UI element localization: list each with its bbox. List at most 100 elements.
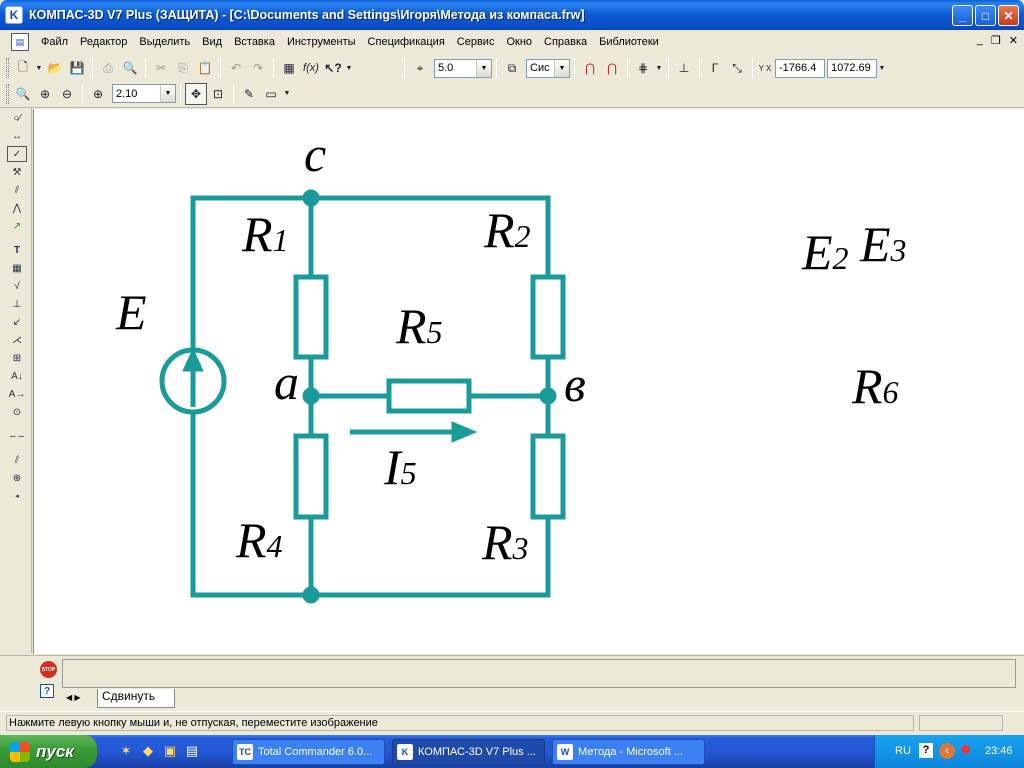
language-indicator[interactable]: RU — [895, 745, 911, 757]
manager-icon[interactable]: ▦ — [278, 57, 300, 79]
roughness-icon[interactable]: √ — [7, 278, 27, 294]
section-line-icon[interactable]: A→ — [7, 386, 27, 402]
doc-close-button[interactable]: ✕ — [1009, 34, 1018, 47]
menu-tools[interactable]: Инструменты — [281, 36, 362, 48]
selection-icon[interactable]: ↗ — [7, 218, 27, 234]
chevron-down-icon[interactable]: ▼ — [554, 59, 569, 77]
clock[interactable]: 23:46 — [985, 745, 1013, 757]
start-button[interactable]: пуск — [0, 735, 97, 768]
maximize-button[interactable]: □ — [975, 5, 996, 26]
local-view-icon[interactable]: ⊙ — [7, 404, 27, 420]
toolbar-grip[interactable] — [6, 58, 9, 78]
coord-x-field[interactable]: -1766.4 — [775, 58, 825, 78]
help-pointer-icon[interactable]: ↖? — [322, 57, 344, 79]
more-tools-icon[interactable]: ◂ — [7, 488, 27, 504]
menu-window[interactable]: Окно — [500, 36, 538, 48]
new-document-icon[interactable]: 🗋 — [12, 57, 34, 79]
quicklaunch-icon[interactable]: ▣ — [162, 743, 178, 759]
redo-icon[interactable]: ↷ — [247, 57, 269, 79]
resize-grip-icon[interactable] — [1005, 715, 1020, 731]
editing-icon[interactable]: ⚒ — [7, 164, 27, 180]
menu-edit[interactable]: Редактор — [74, 36, 133, 48]
leader-icon[interactable]: ↙ — [7, 314, 27, 330]
display-mode-icon[interactable]: ▭ — [260, 83, 282, 105]
cut-icon[interactable]: ✂ — [150, 57, 172, 79]
local-snap-magnet-icon[interactable]: ⋂ — [601, 57, 623, 79]
table-icon[interactable]: ▦ — [7, 260, 27, 276]
variables-icon[interactable]: f(x) — [300, 57, 322, 79]
close-button[interactable]: ✕ — [998, 5, 1019, 26]
document-icon[interactable]: ▤ — [11, 33, 29, 51]
minimize-button[interactable]: _ — [952, 5, 973, 26]
position-leader-icon[interactable]: ⋌ — [7, 332, 27, 348]
stop-icon[interactable]: STOP — [40, 661, 57, 678]
zoom-window-icon[interactable]: 🔍 — [12, 83, 34, 105]
zoom-combo[interactable]: 2.10 ▼ — [112, 84, 176, 103]
paste-icon[interactable]: 📋 — [194, 57, 216, 79]
zoom-in-icon[interactable]: ⊕ — [34, 83, 56, 105]
menu-libraries[interactable]: Библиотеки — [593, 36, 665, 48]
arrow-direction-icon[interactable]: A↓ — [7, 368, 27, 384]
coord-y-field[interactable]: 1072.69 — [827, 58, 877, 78]
task-kompas[interactable]: K КОМПАС-3D V7 Plus ... — [392, 739, 545, 765]
quicklaunch-icon[interactable]: ◆ — [140, 743, 156, 759]
print-preview-icon[interactable]: 🔍 — [119, 57, 141, 79]
coord-dropdown-icon[interactable]: ▼ — [877, 57, 887, 79]
task-word[interactable]: W Метода - Microsoft ... — [552, 739, 705, 765]
axis-line-icon[interactable]: – – — [7, 428, 27, 444]
step-cursor-icon[interactable]: ⌖ — [409, 57, 431, 79]
step-combo[interactable]: 5.0 ▼ — [434, 58, 492, 78]
menu-help[interactable]: Справка — [538, 36, 593, 48]
grid-icon[interactable]: ⋕ — [632, 57, 654, 79]
doc-minimize-button[interactable]: _ — [977, 34, 983, 47]
copy-icon[interactable]: ⎘ — [172, 57, 194, 79]
center-mark-icon[interactable]: ⊕ — [7, 470, 27, 486]
grid-dropdown-icon[interactable]: ▼ — [654, 57, 664, 79]
menu-select[interactable]: Выделить — [133, 36, 196, 48]
display-dropdown-icon[interactable]: ▼ — [282, 83, 292, 105]
menu-service[interactable]: Сервис — [451, 36, 501, 48]
measurements-icon[interactable]: ⋀ — [7, 200, 27, 216]
symbols-icon[interactable]: ✓ — [7, 146, 27, 162]
open-folder-icon[interactable]: 📂 — [44, 57, 66, 79]
doc-restore-button[interactable]: ❐ — [991, 34, 1001, 47]
quicklaunch-icon[interactable]: ▤ — [184, 743, 200, 759]
chevron-down-icon[interactable]: ▼ — [160, 85, 175, 102]
hatch-icon[interactable]: ⫽ — [7, 452, 27, 468]
tray-arrow-icon[interactable]: ‹ — [939, 743, 955, 759]
quicklaunch-icon[interactable]: ✶ — [118, 743, 134, 759]
base-icon[interactable]: ⊥ — [7, 296, 27, 312]
help-icon[interactable]: ? — [40, 684, 54, 698]
task-total-commander[interactable]: TC Total Commander 6.0... — [232, 739, 385, 765]
refresh-icon[interactable]: ✎ — [238, 83, 260, 105]
cursor-position-icon[interactable]: ⤡ — [726, 57, 748, 79]
layer-combo[interactable]: Сис ▼ — [526, 58, 570, 78]
new-dropdown-icon[interactable]: ▼ — [34, 57, 44, 79]
parametrization-icon[interactable]: ⫽ — [7, 182, 27, 198]
save-icon[interactable]: 💾 — [66, 57, 88, 79]
ortho-mode-icon[interactable]: Γ — [704, 57, 726, 79]
zoom-scale-icon[interactable]: ⊕ — [87, 83, 109, 105]
print-icon[interactable]: ⎙ — [97, 57, 119, 79]
help-dropdown-icon[interactable]: ▼ — [344, 57, 354, 79]
menu-view[interactable]: Вид — [196, 36, 228, 48]
help-tray-icon[interactable]: ? — [919, 743, 933, 758]
zoom-out-icon[interactable]: ⊖ — [56, 83, 78, 105]
undo-icon[interactable]: ↶ — [225, 57, 247, 79]
tolerance-icon[interactable]: ⊞ — [7, 350, 27, 366]
geometry-icon[interactable]: ○⁄ — [7, 110, 27, 126]
tab-scroll-arrows[interactable]: ◀ ▶ — [66, 693, 81, 702]
pan-icon[interactable]: ✥ — [185, 82, 207, 105]
layer-icon[interactable]: ⧉ — [501, 57, 523, 79]
toolbar-grip[interactable] — [6, 83, 9, 104]
dimensions-icon[interactable]: ↔ — [7, 128, 27, 144]
menu-insert[interactable]: Вставка — [228, 36, 281, 48]
menu-specification[interactable]: Спецификация — [362, 36, 451, 48]
drawing-canvas[interactable]: c a в E R1 R2 R3 R4 R5 I5 E2 E3 R6 — [33, 109, 1024, 654]
chevron-down-icon[interactable]: ▼ — [476, 59, 491, 77]
coordinate-system-icon[interactable]: ⊥ — [673, 57, 695, 79]
snap-magnet-icon[interactable]: ⋂ — [579, 57, 601, 79]
menu-file[interactable]: Файл — [35, 36, 74, 48]
show-all-icon[interactable]: ⊡ — [207, 83, 229, 105]
tab-move[interactable]: Сдвинуть — [97, 689, 175, 708]
